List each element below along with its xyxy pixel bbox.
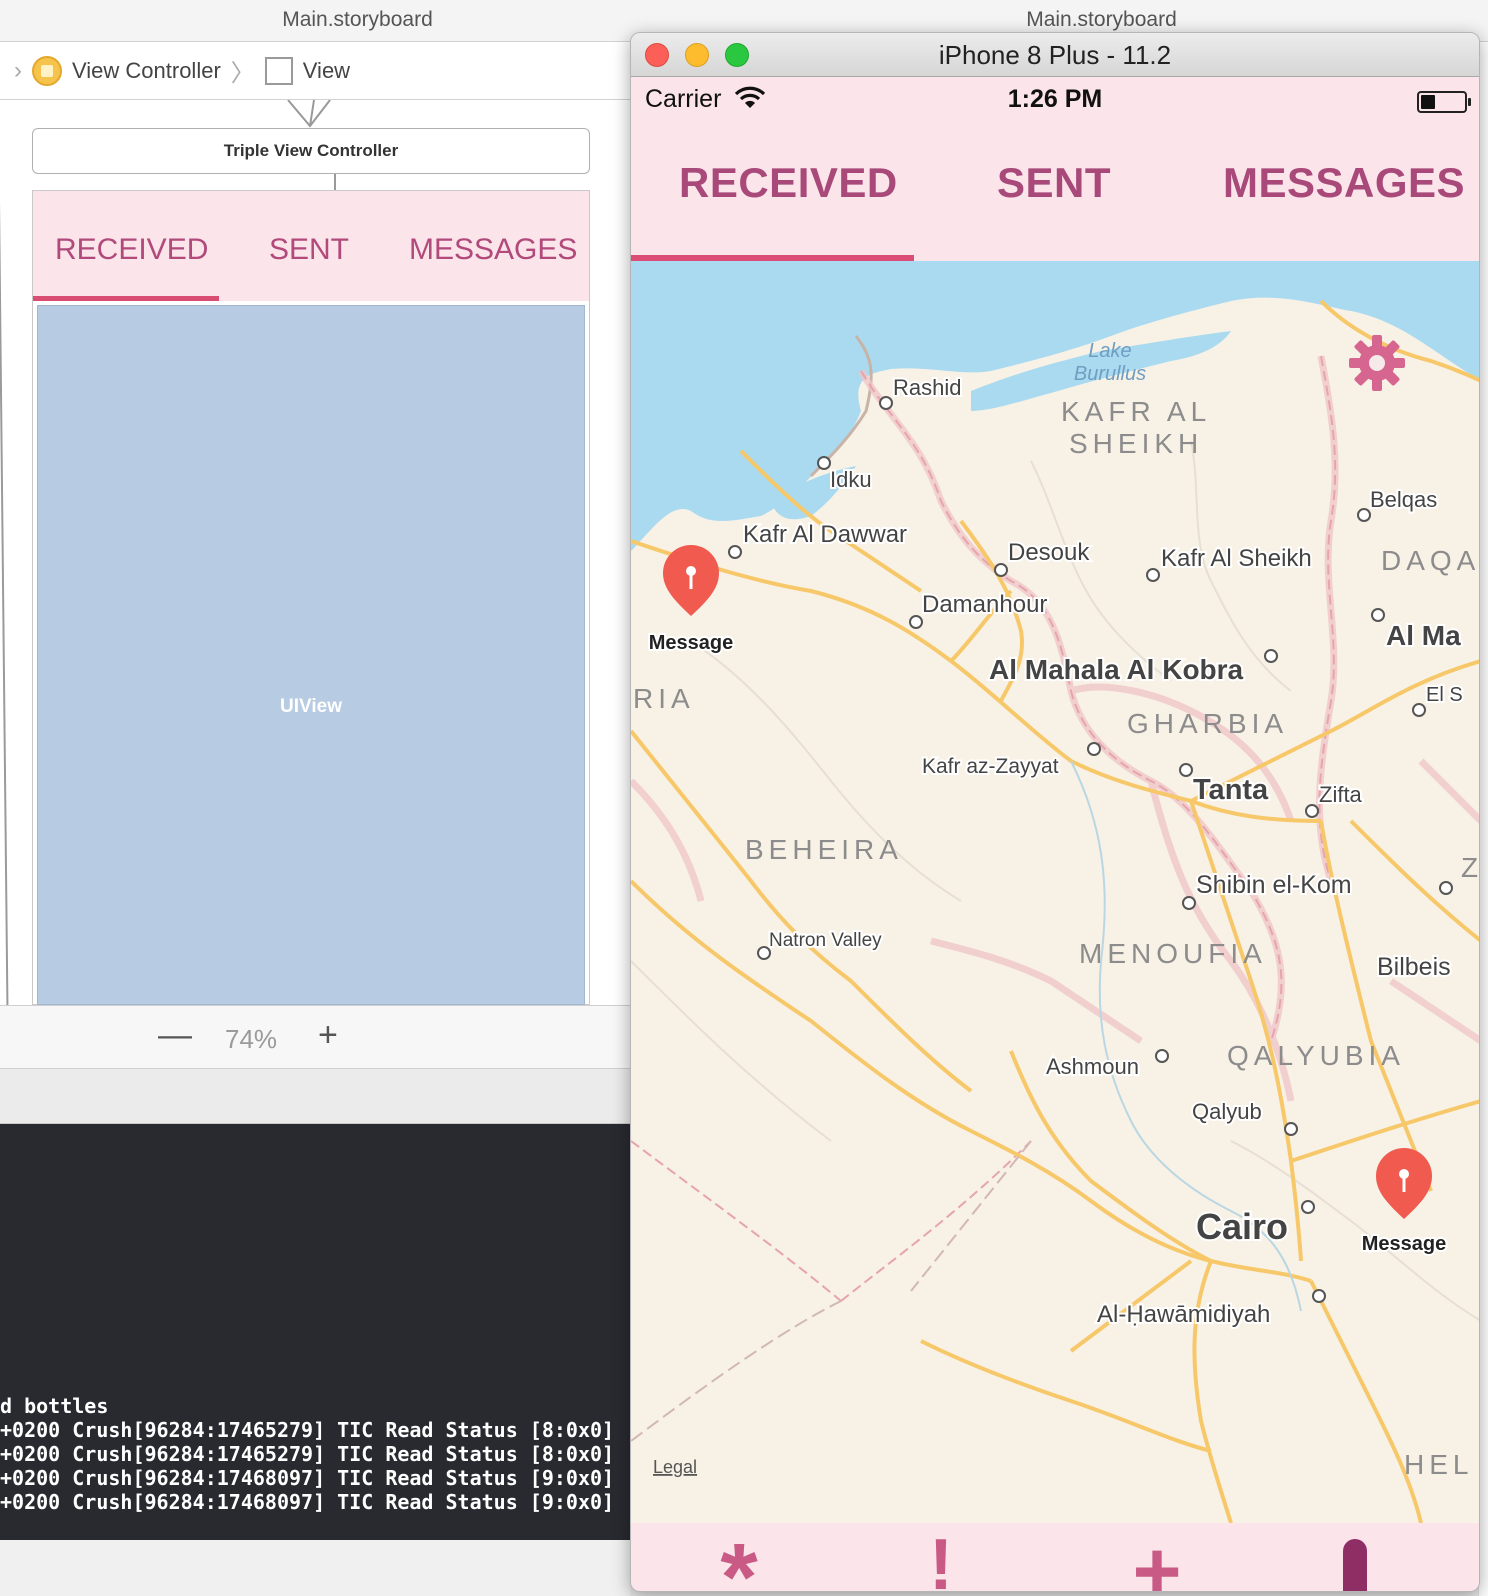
console-line: d bottles — [0, 1394, 109, 1418]
console-line: +0200 Crush[96284:17465279] TIC Read Sta… — [0, 1442, 615, 1466]
scene-title-bar[interactable]: Triple View Controller — [32, 128, 590, 174]
tab-received[interactable]: RECEIVED — [679, 159, 898, 207]
region-label: MENOUFIA — [1079, 938, 1267, 969]
view-controller-icon — [32, 55, 62, 86]
map-pin-label: Message — [1362, 1233, 1447, 1255]
region-label: Z — [1461, 852, 1480, 883]
map-pin-label: Message — [649, 632, 734, 654]
city-label: Tanta — [1193, 774, 1269, 806]
map-canvas: Lake Burullus KAFR AL SHEIKH GHARBIA BEH… — [631, 261, 1480, 1523]
status-strip — [0, 1540, 630, 1596]
segue-arrow-icon — [287, 100, 331, 128]
storyboard-uiview[interactable]: UIView — [37, 305, 585, 1005]
zoom-in-button[interactable]: + — [318, 1016, 338, 1055]
water-label: Lake — [1088, 340, 1131, 362]
console-line: +0200 Crush[96284:17468097] TIC Read Sta… — [0, 1490, 615, 1514]
city-label: Idku — [830, 467, 872, 492]
storyboard-tab-bar: RECEIVED SENT MESSAGES — [33, 191, 589, 301]
breadcrumb-view-controller[interactable]: View Controller — [72, 58, 221, 84]
breadcrumb: › View Controller 〉 View — [0, 42, 630, 100]
region-label: RIA — [633, 683, 695, 714]
city-label: Kafr az-Zayyat — [922, 755, 1059, 778]
simulator-title: iPhone 8 Plus - 11.2 — [938, 40, 1172, 70]
region-label: QALYUBIA — [1227, 1040, 1405, 1071]
sea — [631, 261, 1479, 551]
storyboard-tab-sent[interactable]: SENT — [269, 233, 349, 267]
region-label: HEL — [1404, 1449, 1473, 1480]
bar-button[interactable]: | — [1343, 1539, 1367, 1591]
city-label: Damanhour — [922, 591, 1047, 618]
city-label: Desouk — [1008, 539, 1090, 566]
tab-sent[interactable]: SENT — [997, 159, 1111, 207]
uiview-label: UIView — [280, 696, 342, 717]
tab-bar: RECEIVED SENT MESSAGES — [631, 123, 1479, 261]
city-label: Shibin el-Kom — [1196, 871, 1352, 899]
region-label: GHARBIA — [1127, 708, 1288, 739]
simulator-window: iPhone 8 Plus - 11.2 Carrier 1:26 PM REC… — [630, 32, 1480, 1592]
zoom-bar: — 74% + — [0, 1005, 630, 1069]
screen: { "xcode": { "left_tab_title": "Main.sto… — [0, 0, 1488, 1596]
debug-toolbar — [0, 1069, 630, 1124]
city-label: Qalyub — [1192, 1099, 1262, 1124]
city-label: Belqas — [1370, 487, 1437, 512]
status-bar: Carrier 1:26 PM — [631, 77, 1479, 123]
zoom-level: 74% — [225, 1024, 278, 1054]
storyboard-tab-title-left[interactable]: Main.storyboard — [0, 0, 715, 42]
region-label: BEHEIRA — [745, 834, 903, 865]
zoom-out-button[interactable]: — — [158, 1016, 192, 1055]
city-label: Ashmoun — [1046, 1054, 1139, 1079]
breadcrumb-view[interactable]: View — [303, 58, 350, 84]
exclamation-button[interactable]: ! — [911, 1523, 971, 1591]
segue-line — [0, 160, 9, 1005]
chevron-right-icon: 〉 — [230, 60, 255, 87]
bottom-toolbar: * ! + | — [631, 1523, 1479, 1591]
city-label: Zifta — [1319, 782, 1363, 807]
region-label: DAQA — [1381, 545, 1480, 576]
connector-line — [334, 174, 336, 190]
console-line: +0200 Crush[96284:17465279] TIC Read Sta… — [0, 1418, 615, 1442]
minimize-button[interactable] — [685, 43, 709, 67]
zoom-button[interactable] — [725, 43, 749, 67]
storyboard-canvas[interactable]: Triple View Controller RECEIVED SENT MES… — [0, 100, 630, 1005]
legal-link[interactable]: Legal — [653, 1457, 697, 1477]
city-label: Al-Ḥawāmidiyah — [1097, 1301, 1270, 1328]
storyboard-tab-indicator — [33, 296, 219, 301]
city-label: Natron Valley — [769, 930, 882, 951]
simulator-titlebar: iPhone 8 Plus - 11.2 — [631, 33, 1479, 77]
chevron-right-icon: › — [14, 56, 22, 84]
storyboard-tab-messages[interactable]: MESSAGES — [409, 233, 577, 267]
debug-console[interactable]: d bottles +0200 Crush[96284:17465279] TI… — [0, 1124, 630, 1540]
city-label: Rashid — [893, 375, 961, 400]
city-label: Kafr Al Dawwar — [743, 521, 907, 548]
console-line: +0200 Crush[96284:17468097] TIC Read Sta… — [0, 1466, 615, 1490]
map-pin[interactable]: Message — [647, 545, 735, 656]
city-label: Al Ma — [1386, 620, 1461, 651]
status-time: 1:26 PM — [1007, 85, 1103, 113]
gear-icon[interactable] — [1347, 333, 1407, 393]
region-label: KAFR AL — [1061, 396, 1211, 427]
close-button[interactable] — [645, 43, 669, 67]
water-label: Burullus — [1074, 363, 1146, 385]
view-icon — [264, 56, 293, 85]
tab-messages[interactable]: MESSAGES — [1223, 159, 1465, 207]
storyboard-tab-received[interactable]: RECEIVED — [55, 233, 208, 267]
storyboard-scene[interactable]: RECEIVED SENT MESSAGES UIView — [32, 190, 590, 1005]
city-label: Kafr Al Sheikh — [1161, 545, 1312, 572]
region-label: SHEIKH — [1069, 428, 1203, 459]
map-pin[interactable]: Message — [1360, 1148, 1448, 1257]
city-label: El S — [1426, 684, 1463, 706]
battery-icon — [1417, 91, 1471, 113]
city-label: Bilbeis — [1377, 953, 1451, 981]
asterisk-button[interactable]: * — [699, 1523, 779, 1591]
map-view[interactable]: Lake Burullus KAFR AL SHEIKH GHARBIA BEH… — [631, 261, 1480, 1523]
city-label: Cairo — [1196, 1206, 1288, 1247]
city-label: Al Mahala Al Kobra — [989, 654, 1244, 685]
add-button[interactable]: + — [1117, 1523, 1197, 1591]
